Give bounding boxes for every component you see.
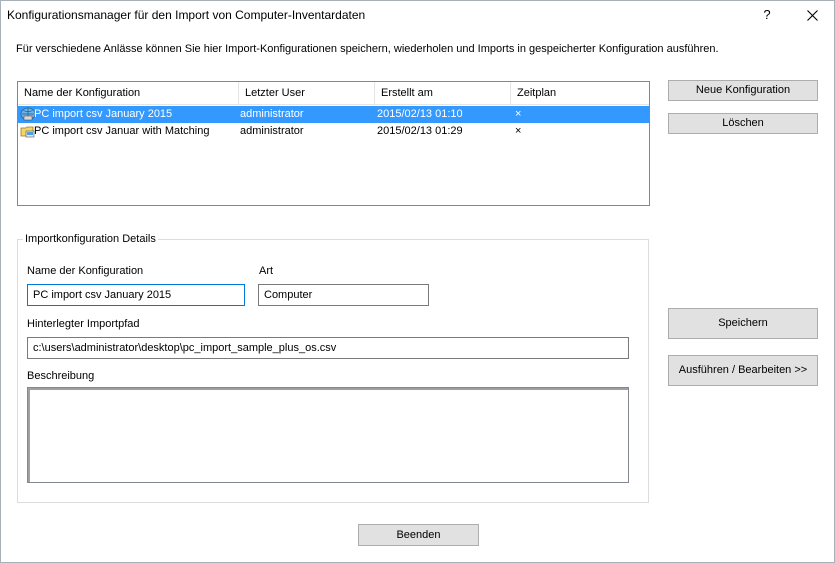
import-path-field[interactable]: c:\users\administrator\desktop\pc_import… — [27, 337, 629, 359]
cell-schedule: × — [515, 108, 522, 120]
config-manager-dialog: Konfigurationsmanager für den Import von… — [0, 0, 835, 563]
column-header-name[interactable]: Name der Konfiguration — [18, 82, 239, 104]
cell-created: 2015/02/13 01:10 — [377, 108, 463, 120]
list-header: Name der Konfiguration Letzter User Erst… — [18, 82, 649, 105]
close-button[interactable] — [797, 3, 827, 27]
exit-button[interactable]: Beenden — [358, 524, 479, 546]
cell-name: PC import csv January 2015 — [34, 108, 173, 120]
intro-text: Für verschiedene Anlässe können Sie hier… — [16, 43, 719, 55]
import-path-label: Hinterlegter Importpfad — [27, 318, 140, 330]
window-title: Konfigurationsmanager für den Import von… — [7, 8, 366, 22]
name-label: Name der Konfiguration — [27, 265, 144, 277]
cell-user: administrator — [240, 108, 304, 120]
description-label: Beschreibung — [27, 370, 95, 382]
list-item[interactable]: PC import csv January 2015 administrator… — [18, 106, 649, 123]
column-header-schedule[interactable]: Zeitplan — [511, 82, 649, 104]
close-icon — [806, 9, 818, 21]
new-configuration-button[interactable]: Neue Konfiguration — [668, 80, 818, 101]
save-button[interactable]: Speichern — [668, 308, 818, 339]
type-field[interactable]: Computer — [258, 284, 429, 306]
description-text — [28, 388, 628, 482]
cell-schedule: × — [515, 125, 522, 137]
delete-button[interactable]: Löschen — [668, 113, 818, 134]
execute-edit-button[interactable]: Ausführen / Bearbeiten >> — [668, 355, 818, 386]
cell-user: administrator — [240, 125, 304, 137]
help-button[interactable]: ? — [755, 3, 779, 27]
column-header-user[interactable]: Letzter User — [239, 82, 375, 104]
details-group-title: Importkonfiguration Details — [23, 233, 158, 245]
list-item[interactable]: PC import csv Januar with Matching admin… — [18, 123, 649, 140]
description-textarea[interactable] — [27, 387, 629, 483]
type-label: Art — [259, 265, 274, 277]
column-header-created[interactable]: Erstellt am — [375, 82, 511, 104]
cell-created: 2015/02/13 01:29 — [377, 125, 463, 137]
title-bar: Konfigurationsmanager für den Import von… — [1, 1, 834, 29]
name-field[interactable]: PC import csv January 2015 — [27, 284, 245, 306]
cell-name: PC import csv Januar with Matching — [34, 125, 210, 137]
configuration-list[interactable]: Name der Konfiguration Letzter User Erst… — [17, 81, 650, 206]
